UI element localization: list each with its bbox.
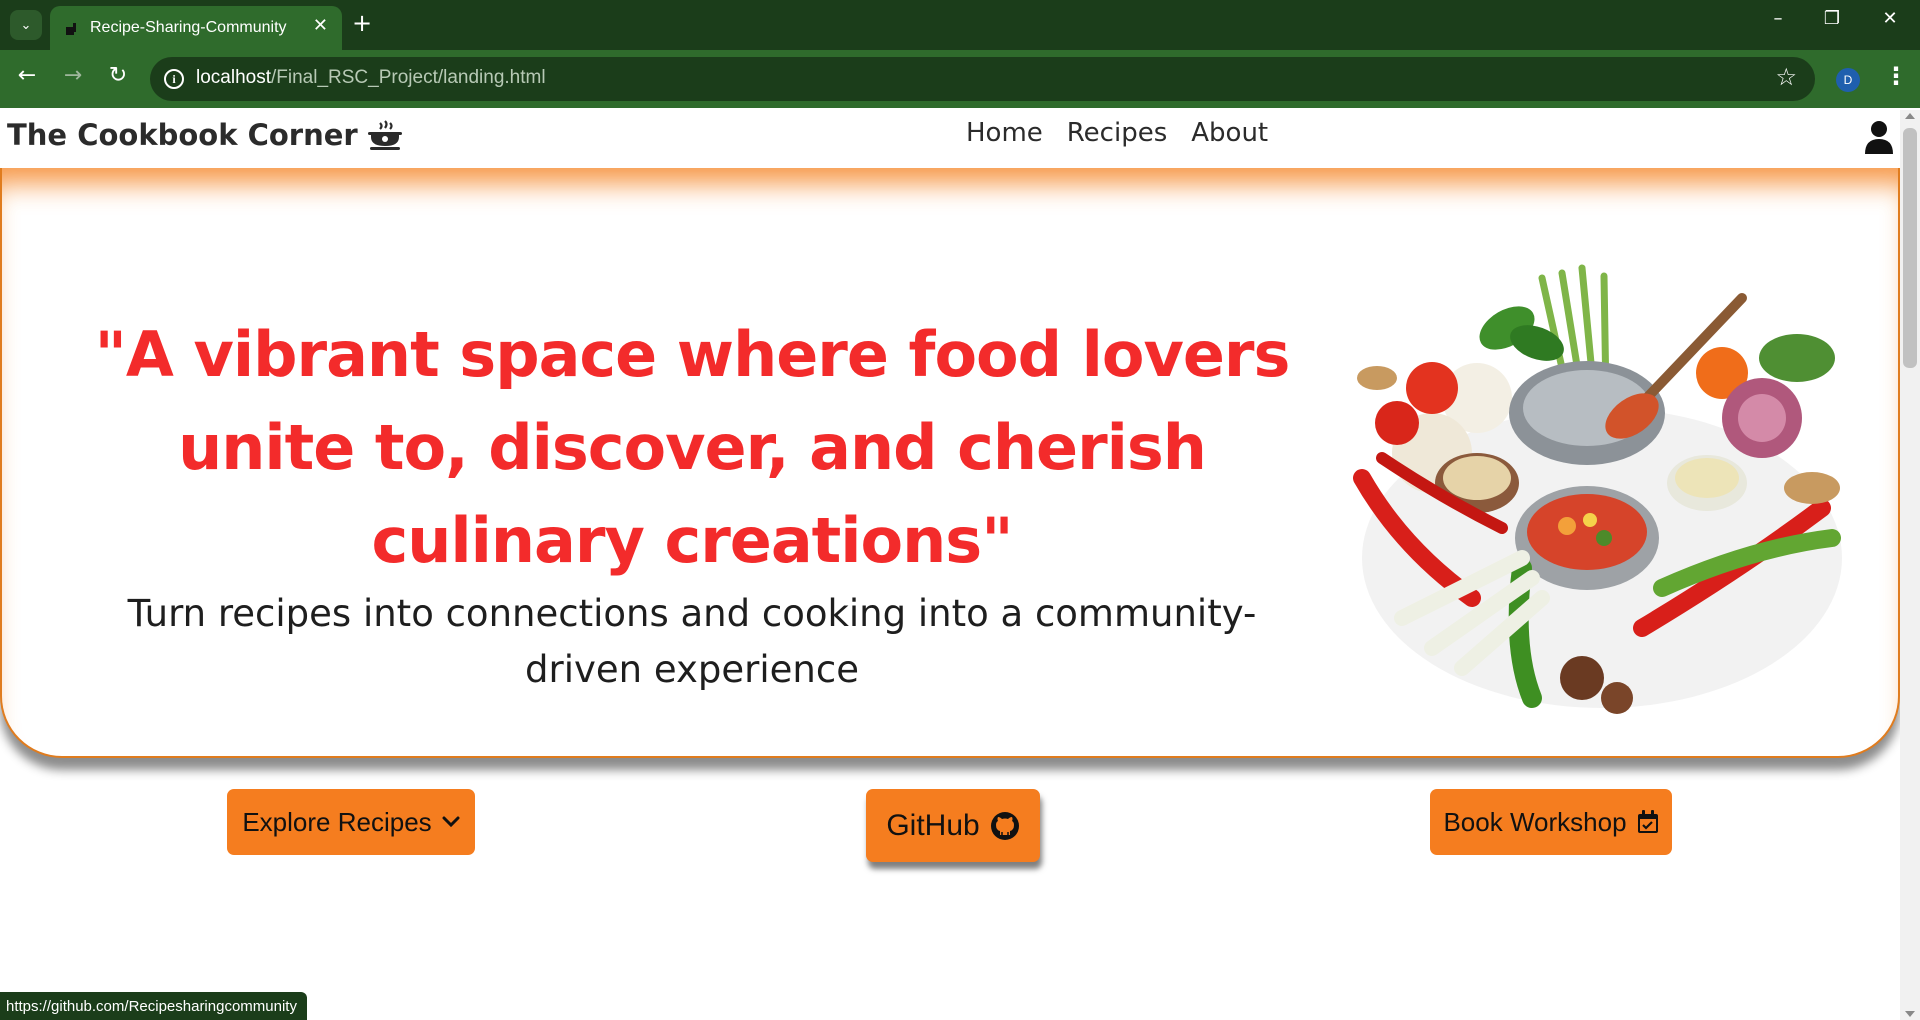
bookmark-star-icon[interactable]: ☆ — [1775, 63, 1797, 91]
browser-menu-icon[interactable]: ⋮ — [1884, 62, 1908, 90]
hero-quote: "A vibrant space where food lovers unite… — [94, 318, 1291, 577]
github-icon — [990, 811, 1019, 840]
book-workshop-label: Book Workshop — [1443, 806, 1627, 837]
address-bar[interactable]: i localhost/Final_RSC_Project/landing.ht… — [150, 57, 1815, 101]
favicon-icon — [66, 23, 76, 35]
scroll-down-icon[interactable] — [1905, 1011, 1915, 1017]
page-viewport: The Cookbook Corner Home Recipes About "… — [0, 110, 1900, 1020]
book-workshop-button[interactable]: Book Workshop — [1430, 789, 1672, 855]
forward-icon[interactable]: → — [58, 63, 88, 88]
explore-recipes-label: Explore Recipes — [242, 806, 432, 837]
chevron-down-icon — [442, 816, 460, 828]
nav-link-about[interactable]: About — [1191, 118, 1268, 148]
vegetables-bowl-image — [1353, 264, 1842, 714]
nav-link-recipes[interactable]: Recipes — [1067, 118, 1167, 148]
site-logo[interactable]: The Cookbook Corner — [7, 118, 404, 152]
close-tab-icon[interactable]: ✕ — [313, 15, 328, 36]
back-icon[interactable]: ← — [12, 63, 42, 88]
profile-avatar[interactable]: D — [1836, 68, 1860, 92]
browser-tab-active[interactable]: Recipe-Sharing-Community ✕ — [50, 6, 342, 50]
tab-search-button[interactable]: ⌄ — [10, 10, 42, 40]
nav-links: Home Recipes About — [966, 118, 1268, 148]
site-info-icon[interactable]: i — [164, 69, 184, 89]
github-button[interactable]: GitHub — [866, 789, 1040, 862]
scroll-up-icon[interactable] — [1905, 113, 1915, 119]
new-tab-button[interactable]: + — [352, 9, 372, 37]
chevron-down-icon: ⌄ — [20, 17, 32, 33]
link-status-bar: https://github.com/Recipesharingcommunit… — [0, 992, 307, 1020]
github-label: GitHub — [886, 808, 980, 842]
restore-icon[interactable]: ❐ — [1812, 8, 1852, 29]
hero-tagline: Turn recipes into connections and cookin… — [127, 592, 1257, 691]
brand-title: The Cookbook Corner — [7, 118, 358, 152]
scrollbar-thumb[interactable] — [1903, 128, 1917, 368]
reload-icon[interactable]: ↻ — [103, 63, 133, 88]
calendar-check-icon — [1637, 810, 1658, 833]
minimize-icon[interactable]: – — [1758, 8, 1798, 29]
hero-section: "A vibrant space where food lovers unite… — [0, 168, 1900, 758]
close-window-icon[interactable]: ✕ — [1870, 8, 1910, 29]
site-navbar: The Cookbook Corner Home Recipes About — [0, 110, 1900, 168]
cooking-pot-icon — [367, 120, 402, 150]
tab-title: Recipe-Sharing-Community — [90, 19, 287, 36]
url-text: localhost/Final_RSC_Project/landing.html — [196, 67, 546, 88]
explore-recipes-button[interactable]: Explore Recipes — [227, 789, 475, 855]
nav-link-home[interactable]: Home — [966, 118, 1043, 148]
browser-tab-strip: ⌄ Recipe-Sharing-Community ✕ + – ❐ ✕ — [0, 0, 1920, 50]
user-icon[interactable] — [1864, 120, 1894, 154]
page-scrollbar[interactable] — [1900, 110, 1920, 1020]
